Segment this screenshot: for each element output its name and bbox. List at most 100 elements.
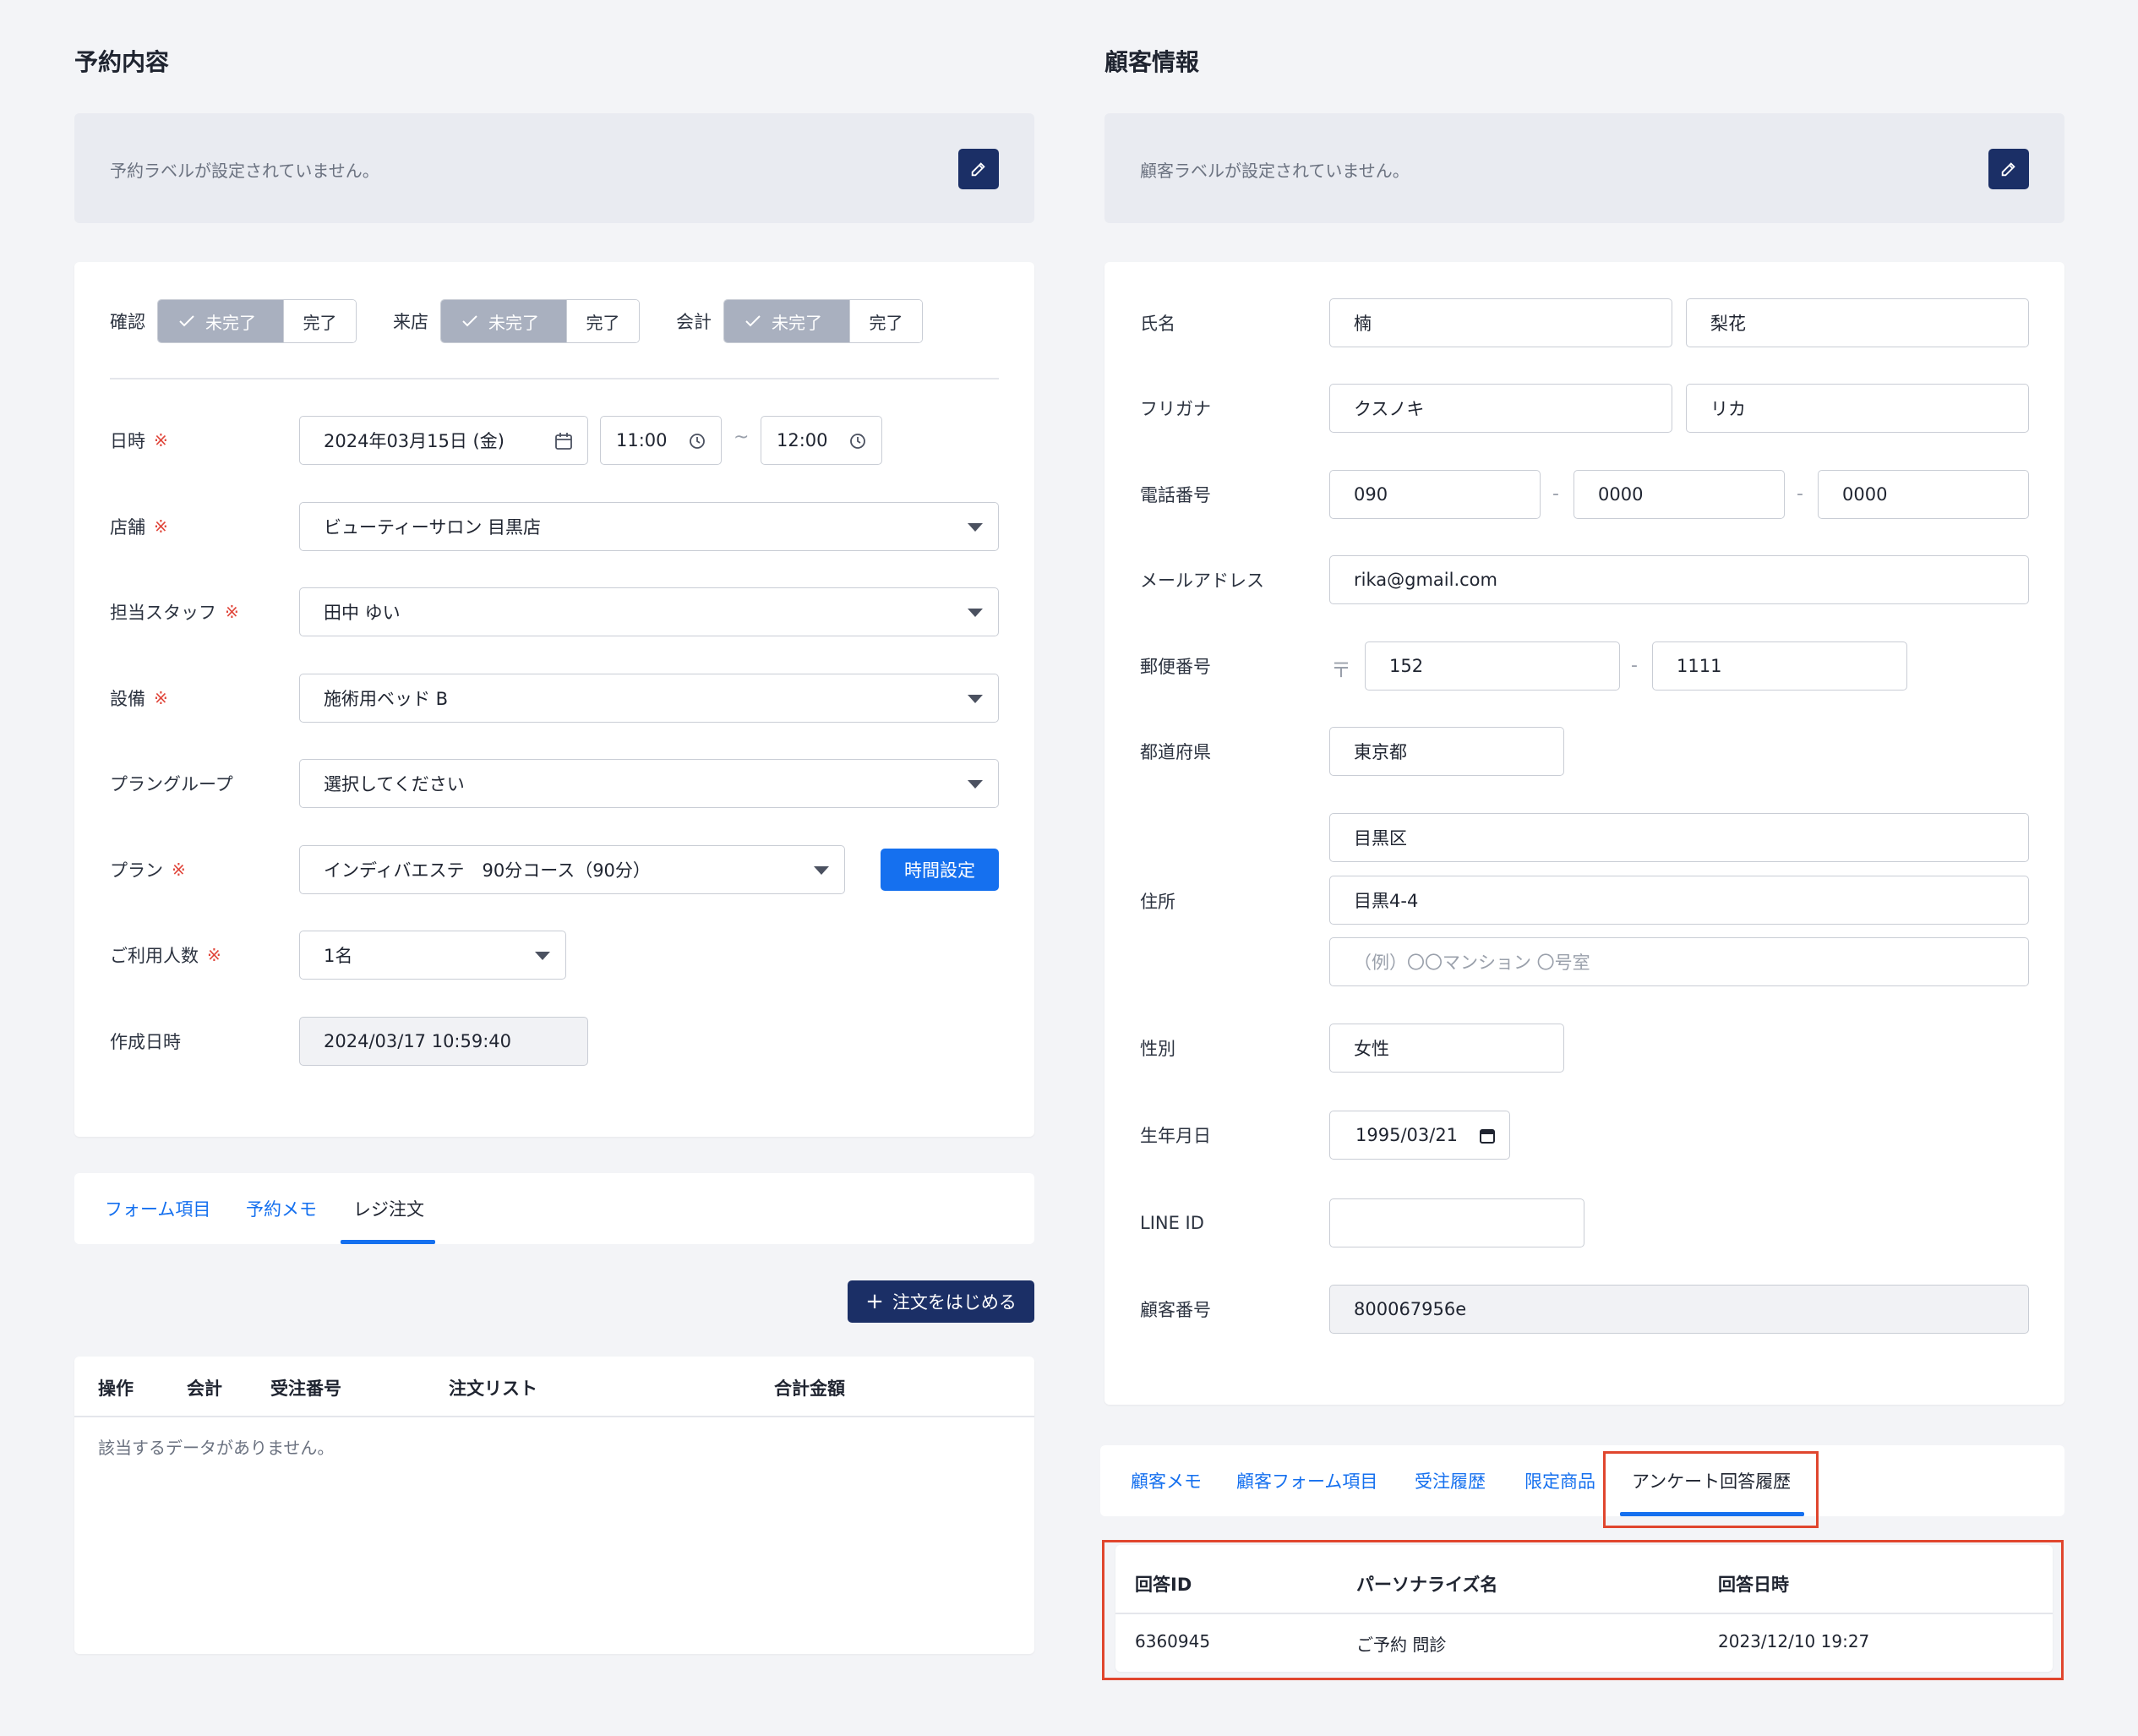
calendar-icon	[555, 433, 572, 450]
status-divider	[110, 378, 999, 379]
tab-register-order[interactable]: レジ注文	[353, 1173, 424, 1244]
status-confirm-label: 確認	[110, 312, 145, 332]
order-col-total: 合計金額	[774, 1378, 845, 1399]
survey-tab-highlight	[1603, 1451, 1819, 1528]
customer-card: 氏名 楠 梨花 フリガナ クスノキ リカ 電話番号 090 - 0000 - 0…	[1104, 262, 2064, 1405]
date-input[interactable]: 2024年03月15日 (金)	[299, 416, 588, 465]
reservation-title: 予約内容	[74, 48, 170, 76]
staff-select[interactable]: 田中 ゆい	[299, 587, 999, 636]
reservation-label-bar: 予約ラベルが設定されていません。	[74, 113, 1034, 223]
prefecture-input[interactable]: 東京都	[1329, 727, 1564, 776]
status-payment-incomplete[interactable]: 未完了	[724, 300, 849, 342]
chevron-down-icon	[968, 780, 983, 789]
postal-label: 郵便番号	[1140, 657, 1211, 677]
order-empty-text: 該当するデータがありません。	[98, 1438, 335, 1458]
status-confirm-incomplete[interactable]: 未完了	[158, 300, 283, 342]
tab-active-indicator	[341, 1240, 435, 1244]
reservation-column: 予約内容 予約ラベルが設定されていません。 確認 未完了 完了 来店 未完了 完…	[74, 0, 1034, 1736]
phone-label: 電話番号	[1140, 485, 1211, 505]
pencil-icon	[2001, 162, 2015, 177]
email-input[interactable]: rika@gmail.com	[1329, 555, 2029, 604]
address-input-2[interactable]: 目黒4-4	[1329, 876, 2029, 925]
customer-title: 顧客情報	[1104, 48, 1200, 76]
address-label: 住所	[1140, 892, 1175, 912]
first-kana-input[interactable]: リカ	[1686, 384, 2029, 433]
chevron-down-icon	[968, 609, 983, 617]
phone-input-1[interactable]: 090	[1329, 470, 1541, 519]
tab-customer-form-items[interactable]: 顧客フォーム項目	[1236, 1445, 1377, 1516]
clock-icon	[850, 434, 865, 449]
calendar-icon	[1480, 1129, 1495, 1144]
chevron-down-icon	[968, 695, 983, 703]
order-table: 操作 会計 受注番号 注文リスト 合計金額 該当するデータがありません。	[74, 1357, 1034, 1654]
tab-reservation-memo[interactable]: 予約メモ	[246, 1173, 317, 1244]
plan-group-label: プラングループ	[110, 774, 233, 794]
last-kana-input[interactable]: クスノキ	[1329, 384, 1672, 433]
time-end-input[interactable]: 12:00	[761, 416, 882, 465]
equipment-label: 設備 ※	[110, 688, 168, 709]
gender-label: 性別	[1140, 1039, 1175, 1059]
tab-form-items[interactable]: フォーム項目	[105, 1173, 210, 1244]
order-col-action: 操作	[98, 1378, 134, 1399]
page: 予約内容 予約ラベルが設定されていません。 確認 未完了 完了 来店 未完了 完…	[0, 0, 2138, 1736]
status-visit-toggle: 未完了 完了	[440, 299, 640, 343]
survey-table-highlight	[1102, 1540, 2064, 1680]
reservation-tabs: フォーム項目 予約メモ レジ注文	[74, 1173, 1034, 1244]
gender-input[interactable]: 女性	[1329, 1024, 1564, 1073]
store-select[interactable]: ビューティーサロン 目黒店	[299, 502, 999, 551]
datetime-label: 日時 ※	[110, 430, 168, 451]
customer-label-edit-button[interactable]	[1988, 149, 2029, 189]
order-header-divider	[74, 1416, 1034, 1417]
address-input-1[interactable]: 目黒区	[1329, 813, 2029, 862]
chevron-down-icon	[535, 952, 550, 960]
staff-label: 担当スタッフ ※	[110, 602, 239, 623]
order-col-order-number: 受注番号	[270, 1378, 341, 1399]
check-icon	[462, 315, 477, 327]
kana-label: フリガナ	[1140, 399, 1211, 419]
status-visit-incomplete[interactable]: 未完了	[441, 300, 566, 342]
plan-group-select[interactable]: 選択してください	[299, 759, 999, 808]
customer-number-field: 800067956e	[1329, 1285, 2029, 1334]
start-order-button[interactable]: + 注文をはじめる	[848, 1280, 1034, 1323]
name-label: 氏名	[1140, 314, 1175, 334]
address-input-3[interactable]: （例）〇〇マンション 〇号室	[1329, 937, 2029, 986]
first-name-input[interactable]: 梨花	[1686, 298, 2029, 347]
customer-column: 顧客情報 顧客ラベルが設定されていません。 氏名 楠 梨花 フリガナ クスノキ …	[1100, 0, 2064, 1736]
status-payment-toggle: 未完了 完了	[723, 299, 923, 343]
time-setting-button[interactable]: 時間設定	[881, 849, 999, 891]
postal-input-2[interactable]: 1111	[1652, 641, 1907, 691]
people-label: ご利用人数 ※	[110, 945, 221, 966]
customer-tabs: 顧客メモ 顧客フォーム項目 受注履歴 限定商品 アンケート回答履歴	[1100, 1445, 2064, 1516]
people-select[interactable]: 1名	[299, 931, 566, 980]
phone-input-3[interactable]: 0000	[1818, 470, 2029, 519]
pencil-icon	[971, 162, 985, 177]
created-field: 2024/03/17 10:59:40	[299, 1017, 588, 1066]
prefecture-label: 都道府県	[1140, 742, 1211, 762]
status-payment-complete[interactable]: 完了	[849, 300, 922, 342]
order-col-payment: 会計	[187, 1378, 222, 1399]
equipment-select[interactable]: 施術用ベッド B	[299, 674, 999, 723]
tab-customer-memo[interactable]: 顧客メモ	[1131, 1445, 1202, 1516]
reservation-label-text: 予約ラベルが設定されていません。	[110, 161, 379, 181]
reservation-label-edit-button[interactable]	[958, 149, 999, 189]
plan-select[interactable]: インディバエステ 90分コース（90分）	[299, 845, 845, 894]
time-start-input[interactable]: 11:00	[600, 416, 722, 465]
plan-label: プラン ※	[110, 860, 186, 881]
clock-icon	[690, 434, 705, 449]
tab-order-history[interactable]: 受注履歴	[1415, 1445, 1486, 1516]
line-id-input[interactable]	[1329, 1198, 1584, 1247]
status-visit-complete[interactable]: 完了	[566, 300, 639, 342]
last-name-input[interactable]: 楠	[1329, 298, 1672, 347]
check-icon	[179, 315, 194, 327]
postal-input-1[interactable]: 152	[1365, 641, 1620, 691]
status-confirm-complete[interactable]: 完了	[283, 300, 356, 342]
phone-separator: -	[1552, 483, 1559, 505]
created-label: 作成日時	[110, 1032, 181, 1052]
order-col-order-list: 注文リスト	[449, 1378, 537, 1399]
birthday-input[interactable]: 1995/03/21	[1329, 1111, 1510, 1160]
reservation-card: 確認 未完了 完了 来店 未完了 完了 会計 未完了 完了 日時 ※ 2024年…	[74, 262, 1034, 1137]
check-icon	[745, 315, 761, 327]
email-label: メールアドレス	[1140, 570, 1264, 591]
phone-input-2[interactable]: 0000	[1574, 470, 1785, 519]
tab-limited-products[interactable]: 限定商品	[1524, 1445, 1595, 1516]
